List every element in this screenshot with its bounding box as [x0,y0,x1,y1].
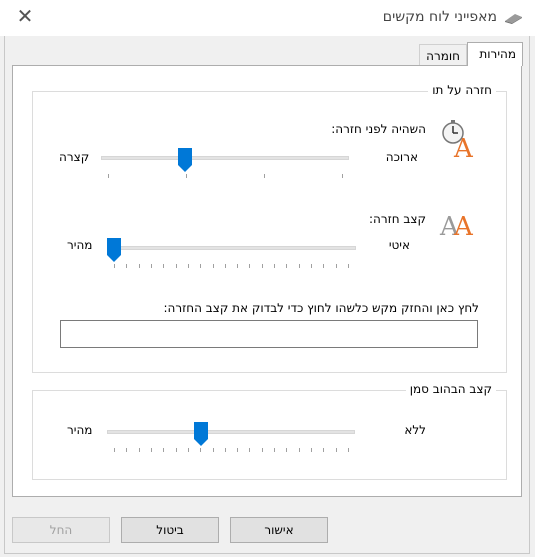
slider-tick [311,264,313,268]
slider-tick [114,448,115,452]
delay-slider-thumb[interactable] [178,148,193,172]
slider-tick [163,448,165,452]
window-title: מאפייני לוח מקשים [382,9,497,25]
speed-tab-panel: חזרה על תו A השהיה לפני חזרה: קצרה ארוכה… [12,65,522,497]
slider-tick [237,264,239,268]
delay-short-label: קצרה [59,150,90,164]
tab-speed[interactable]: מהירות [467,42,523,66]
slider-tick [261,264,263,268]
slider-tick [187,448,189,452]
double-a-icon: A A [439,212,474,238]
slider-tick [175,264,177,268]
slider-tick [150,264,152,268]
slider-tick [126,264,128,268]
svg-text:A: A [453,134,474,159]
slider-tick [212,264,214,268]
svg-text:A: A [453,212,474,238]
slider-tick [224,448,226,452]
cancel-button[interactable]: ביטול [121,517,219,543]
slider-tick [348,264,349,268]
delay-long-label: ארוכה [385,150,418,164]
apply-button[interactable]: החל [12,517,110,543]
slider-tick [261,448,263,452]
blink-fast-label: מהיר [67,423,93,437]
slider-tick [298,264,300,268]
slider-tick [200,448,202,452]
slider-tick [348,448,349,452]
delay-slider-track[interactable] [101,156,349,160]
slider-tick [311,448,313,452]
slider-tick [138,448,140,452]
blink-slider-thumb[interactable] [193,422,208,446]
slider-tick [126,448,128,452]
slider-tick [342,174,343,178]
slider-tick [200,264,202,268]
rate-slider-thumb[interactable] [107,238,121,262]
slider-tick [274,448,276,452]
slider-tick [163,264,165,268]
slider-tick [249,264,251,268]
ok-button[interactable]: אישור [230,517,328,543]
rate-label: קצב חזרה: [368,212,426,226]
rate-fast-label: מהיר [67,238,93,252]
slider-tick [274,264,276,268]
slider-tick [323,264,325,268]
repeat-test-label: לחץ כאן והחזק מקש כלשהו לחוץ כדי לבדוק א… [163,301,479,315]
cursor-blink-group-title: קצב הבהוב סמן [405,382,496,396]
slider-tick [186,174,187,178]
rate-slider-track[interactable] [108,246,356,250]
blink-none-label: ללא [404,423,426,437]
cursor-blink-group: קצב הבהוב סמן מהיר ללא [32,382,507,480]
tab-hardware[interactable]: חומרה [419,44,467,66]
slider-tick [264,174,265,178]
stopwatch-a-icon: A [442,120,474,159]
rate-slow-label: איטי [388,238,410,252]
slider-tick [175,448,177,452]
slider-tick [212,448,214,452]
keyboard-icon [505,14,522,24]
character-repeat-group: חזרה על תו A השהיה לפני חזרה: קצרה ארוכה… [32,83,507,373]
slider-tick [108,174,109,178]
slider-tick [237,448,239,452]
slider-tick [249,448,251,452]
slider-tick [323,448,325,452]
blink-slider-track[interactable] [107,430,355,434]
slider-tick [187,264,189,268]
slider-tick [138,264,140,268]
slider-tick [224,264,226,268]
slider-tick [286,264,288,268]
slider-tick [335,264,337,268]
title-bar: ✕ מאפייני לוח מקשים [0,0,535,36]
slider-tick [114,264,115,268]
slider-tick [335,448,337,452]
character-repeat-group-title: חזרה על תו [428,83,496,97]
close-icon[interactable]: ✕ [14,6,36,26]
repeat-test-input[interactable] [60,320,478,348]
delay-label: השהיה לפני חזרה: [331,122,426,136]
slider-tick [150,448,152,452]
slider-tick [286,448,288,452]
slider-tick [298,448,300,452]
